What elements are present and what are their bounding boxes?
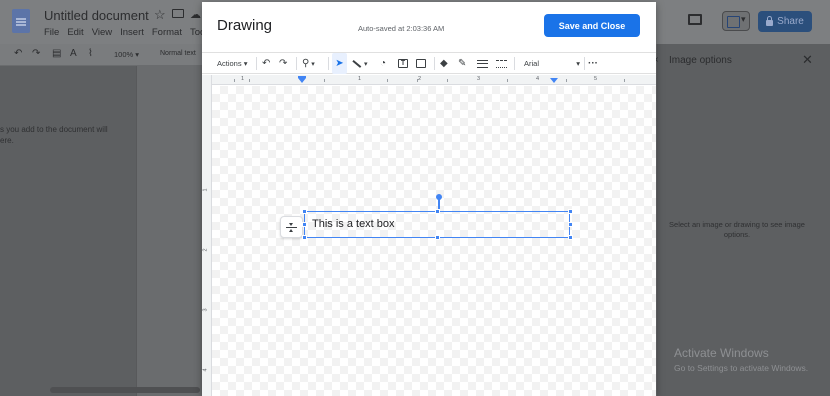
ruler-tick <box>249 79 250 82</box>
ruler-v-label: 2 <box>202 248 209 252</box>
font-name: Arial <box>524 59 540 68</box>
redo-icon[interactable]: ↷ <box>279 53 287 74</box>
image-options-panel: ‹ Image options ✕ Select an image or dra… <box>655 44 830 396</box>
ruler-tick <box>507 79 508 82</box>
close-icon[interactable]: ✕ <box>802 52 813 68</box>
right-indent-marker[interactable] <box>550 78 558 83</box>
resize-handle[interactable] <box>302 209 307 214</box>
undo-icon[interactable]: ↶ <box>14 48 22 59</box>
rotation-handle[interactable] <box>436 194 442 200</box>
ruler-h-label: 2 <box>418 76 422 82</box>
zoom-value: 100% <box>114 50 134 59</box>
ruler-v-label: 4 <box>202 368 209 372</box>
toolbar-divider <box>256 57 257 70</box>
ruler-h-label: 1 <box>241 76 245 82</box>
text-box-content[interactable]: This is a text box <box>312 218 395 230</box>
ruler-h-label: 3 <box>477 76 481 82</box>
resize-handle[interactable] <box>568 235 573 240</box>
autosave-status: Auto-saved at 2:03:36 AM <box>358 24 445 33</box>
ruler-h-label: 1 <box>358 76 362 82</box>
zoom-icon[interactable]: ⚲ ▾ <box>302 53 315 74</box>
vertical-ruler: 1 2 3 4 <box>202 75 212 396</box>
docs-outline-area: s you add to the document will ere. <box>0 66 136 396</box>
left-indent-marker[interactable] <box>298 78 306 83</box>
dialog-title: Drawing <box>217 17 273 34</box>
font-select[interactable]: Arial ▾ <box>524 53 580 74</box>
border-color-icon[interactable]: ✎ <box>458 53 466 74</box>
ruler-tick <box>566 79 567 82</box>
style-select[interactable]: Normal text <box>160 50 196 57</box>
actions-label: Actions <box>217 59 242 68</box>
text-box-icon[interactable]: T <box>398 53 408 74</box>
folder-icon[interactable] <box>172 9 184 18</box>
toolbar-divider <box>584 57 585 70</box>
select-pointer-icon[interactable]: ➤ <box>332 53 347 74</box>
drawing-toolbar: Actions ▾ ↶ ↷ ⚲ ▾ ➤ ▾ ◔ T ◆ ✎ Arial ▾ ··· <box>202 52 656 74</box>
border-dash-icon[interactable] <box>496 53 507 74</box>
menu-file[interactable]: File <box>44 27 59 38</box>
resize-handle[interactable] <box>302 235 307 240</box>
toolbar-divider <box>328 57 329 70</box>
menu-view[interactable]: View <box>92 27 112 38</box>
actions-menu[interactable]: Actions ▾ <box>217 53 247 74</box>
ruler-tick <box>234 79 235 82</box>
comment-icon[interactable] <box>688 14 702 25</box>
resize-handle[interactable] <box>435 235 440 240</box>
cloud-status-icon: ☁ <box>190 9 201 21</box>
watermark-subtitle: Go to Settings to activate Windows. <box>674 363 809 373</box>
resize-handle[interactable] <box>435 209 440 214</box>
image-icon[interactable] <box>416 53 426 74</box>
meet-button[interactable] <box>722 11 750 31</box>
lock-icon <box>766 15 774 26</box>
more-options-icon[interactable]: ··· <box>588 53 598 74</box>
undo-icon[interactable]: ↶ <box>262 53 270 74</box>
ruler-h-label: 4 <box>536 76 540 82</box>
resize-handle[interactable] <box>302 222 307 227</box>
share-label: Share <box>777 16 804 27</box>
toolbar-divider <box>296 57 297 70</box>
drawing-dialog: Drawing Auto-saved at 2:03:36 AM Save an… <box>202 2 656 396</box>
fill-color-icon[interactable]: ◆ <box>440 53 448 74</box>
star-icon[interactable]: ☆ <box>154 7 166 23</box>
share-button[interactable]: Share <box>758 11 812 32</box>
zoom-select[interactable]: 100% ▾ <box>114 50 139 59</box>
shape-tool-icon[interactable]: ◔ <box>380 53 386 74</box>
save-and-close-button[interactable]: Save and Close <box>544 14 640 37</box>
print-icon[interactable]: ▤ <box>52 48 61 59</box>
resize-handle[interactable] <box>568 222 573 227</box>
ruler-tick <box>624 79 625 82</box>
activate-windows-watermark: Activate Windows Go to Settings to activ… <box>674 346 808 373</box>
image-options-hint: Select an image or drawing to see image … <box>669 220 805 239</box>
border-weight-icon[interactable] <box>477 53 488 74</box>
menu-edit[interactable]: Edit <box>67 27 83 38</box>
ruler-v-label: 3 <box>202 308 209 312</box>
spellcheck-icon[interactable]: A <box>70 48 77 59</box>
text-box[interactable]: This is a text box <box>304 211 570 238</box>
vertical-align-icon <box>286 222 297 232</box>
menu-format[interactable]: Format <box>152 27 182 38</box>
watermark-title: Activate Windows <box>674 346 769 360</box>
ruler-h-label: 5 <box>594 76 598 82</box>
redo-icon[interactable]: ↷ <box>32 48 40 59</box>
outline-hint: s you add to the document will ere. <box>0 125 108 145</box>
docs-logo-icon[interactable] <box>12 9 30 33</box>
horizontal-scrollbar[interactable] <box>50 387 200 393</box>
image-options-title: Image options <box>669 55 732 66</box>
toolbar-divider <box>514 57 515 70</box>
vertical-align-button[interactable] <box>280 216 303 238</box>
drawing-canvas[interactable]: This is a text box <box>212 86 656 396</box>
ruler-v-label: 1 <box>202 188 209 192</box>
ruler-tick <box>447 79 448 82</box>
docs-menu-bar: File Edit View Insert Format Too <box>44 27 213 38</box>
resize-handle[interactable] <box>568 209 573 214</box>
menu-insert[interactable]: Insert <box>120 27 144 38</box>
paint-format-icon[interactable]: ⌇ <box>88 48 93 59</box>
toolbar-divider <box>434 57 435 70</box>
ruler-tick <box>324 79 325 82</box>
ruler-tick <box>387 79 388 82</box>
line-tool-icon[interactable]: ▾ <box>352 53 367 74</box>
horizontal-ruler: 1 1 2 3 4 5 <box>212 75 656 85</box>
document-page <box>136 66 206 396</box>
document-title[interactable]: Untitled document <box>44 8 149 23</box>
